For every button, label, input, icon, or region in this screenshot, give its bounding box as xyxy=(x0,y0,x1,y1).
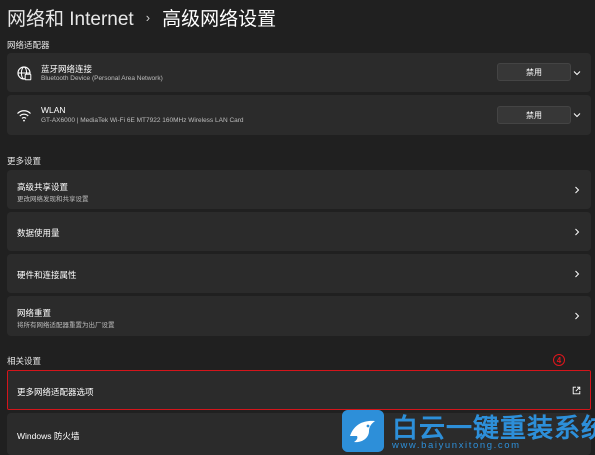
section-label-adapters: 网络适配器 xyxy=(7,40,50,50)
chevron-down-icon[interactable] xyxy=(573,111,581,119)
bird-logo-icon xyxy=(342,410,384,452)
hardware-connection-properties-item[interactable]: 硬件和连接属性 xyxy=(7,254,591,293)
item-title: 数据使用量 xyxy=(17,228,60,238)
globe-icon xyxy=(17,66,32,81)
item-subtitle: 将所有网络适配器重置为出厂设置 xyxy=(17,322,115,329)
chevron-right-icon xyxy=(575,186,580,194)
breadcrumb: 网络和 Internet › 高级网络设置 xyxy=(7,4,276,30)
item-title: Windows 防火墙 xyxy=(17,431,80,441)
adapter-row-bluetooth[interactable]: 蓝牙网络连接 Bluetooth Device (Personal Area N… xyxy=(7,53,591,92)
section-label-more-settings: 更多设置 xyxy=(7,156,42,166)
chevron-right-icon xyxy=(575,228,580,236)
adapter-row-wlan[interactable]: WLAN GT-AX6000 | MediaTek Wi-Fi 6E MT792… xyxy=(7,95,591,135)
chevron-right-icon xyxy=(575,270,580,278)
watermark-url: www.baiyunxitong.com xyxy=(392,440,521,451)
item-title: 硬件和连接属性 xyxy=(17,270,77,280)
page-title: 高级网络设置 xyxy=(162,8,277,30)
adapter-name: 蓝牙网络连接 xyxy=(41,64,93,74)
watermark: 白云一键重装系统 www.baiyunxitong.com xyxy=(338,408,595,453)
section-label-related: 相关设置 xyxy=(7,356,42,366)
disable-button[interactable]: 禁用 xyxy=(497,63,571,81)
highlight-box xyxy=(7,370,591,410)
chevron-right-icon xyxy=(575,312,580,320)
data-usage-item[interactable]: 数据使用量 xyxy=(7,212,591,251)
chevron-down-icon[interactable] xyxy=(573,69,581,77)
advanced-sharing-settings-item[interactable]: 高级共享设置 更改网络发现和共享设置 xyxy=(7,170,591,209)
step-badge: 4 xyxy=(553,354,565,366)
breadcrumb-separator-icon: › xyxy=(145,9,151,25)
breadcrumb-parent[interactable]: 网络和 Internet xyxy=(7,4,134,31)
adapter-description: GT-AX6000 | MediaTek Wi-Fi 6E MT7922 160… xyxy=(41,117,244,124)
adapter-description: Bluetooth Device (Personal Area Network) xyxy=(41,75,163,82)
network-reset-item[interactable]: 网络重置 将所有网络适配器重置为出厂设置 xyxy=(7,296,591,336)
disable-button[interactable]: 禁用 xyxy=(497,106,571,124)
item-title: 网络重置 xyxy=(17,308,52,318)
item-title: 高级共享设置 xyxy=(17,182,69,192)
adapter-name: WLAN xyxy=(41,105,66,115)
wifi-icon xyxy=(17,110,31,122)
item-subtitle: 更改网络发现和共享设置 xyxy=(17,196,89,203)
